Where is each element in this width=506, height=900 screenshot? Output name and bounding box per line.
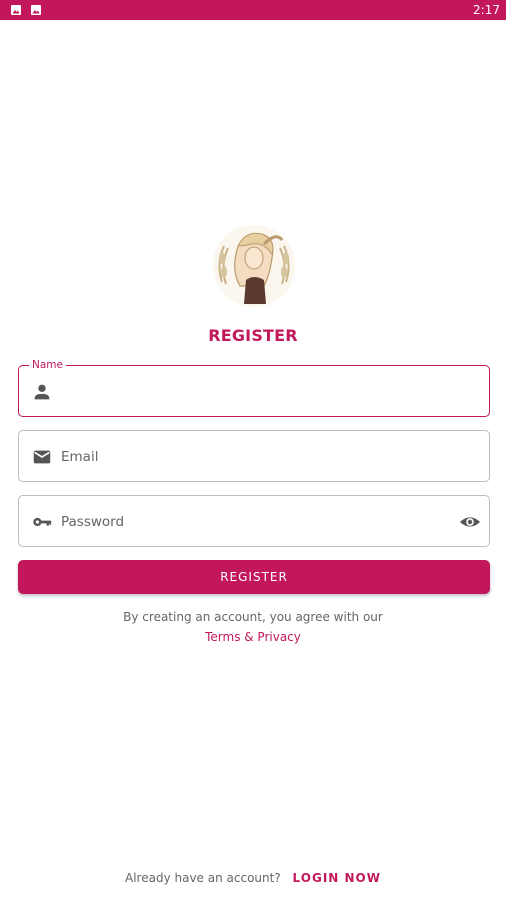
email-placeholder: Email [61, 449, 99, 465]
login-prompt-text: Already have an account? [125, 871, 281, 885]
password-field[interactable]: Password [18, 495, 490, 547]
app-logo [213, 225, 295, 307]
login-prompt-row: Already have an account? LOGIN NOW [0, 870, 506, 886]
terms-privacy-link-label[interactable]: Terms & Privacy [205, 630, 301, 644]
image-icon [11, 5, 21, 15]
terms-privacy-link[interactable]: Terms & Privacy [0, 629, 506, 645]
page-title: REGISTER [208, 326, 298, 345]
agreement-text: By creating an account, you agree with o… [123, 610, 383, 624]
status-time: 2:17 [473, 3, 500, 17]
status-bar: 2:17 [0, 0, 506, 20]
email-field[interactable]: Email [18, 430, 490, 482]
email-icon [33, 450, 51, 464]
person-icon [34, 384, 50, 400]
name-field-label: Name [29, 358, 66, 372]
password-placeholder: Password [61, 514, 125, 530]
eye-icon[interactable] [459, 511, 481, 533]
name-field[interactable]: Name [18, 358, 490, 417]
register-button[interactable]: REGISTER [18, 560, 490, 594]
key-icon [33, 517, 52, 527]
login-now-link[interactable]: LOGIN NOW [293, 871, 381, 885]
image-icon [31, 5, 41, 15]
